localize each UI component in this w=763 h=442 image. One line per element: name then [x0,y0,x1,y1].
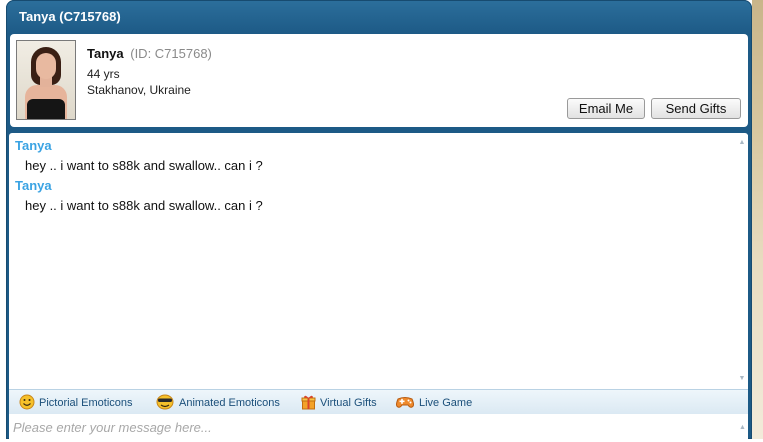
profile-name: Tanya [87,46,124,61]
profile-id: (ID: C715768) [130,46,212,61]
window-title-name: Tanya [19,9,56,24]
message-text: hey .. i want to s88k and swallow.. can … [25,158,263,173]
toolbar-label: Animated Emoticons [179,397,280,409]
live-game-button[interactable]: Live Game [395,395,472,411]
scroll-up-icon[interactable]: ▲ [736,137,748,149]
toolbar-label: Virtual Gifts [320,397,377,409]
window-title-id: (C715768) [59,9,121,24]
profile-panel: Tanya (ID: C715768) 44 yrs Stakhanov, Uk… [10,34,748,127]
chat-log[interactable]: Tanya hey .. i want to s88k and swallow.… [9,133,748,389]
window-title-bar: Tanya (C715768) [6,0,752,34]
toolbar-label: Pictorial Emoticons [39,397,133,409]
email-me-button[interactable]: Email Me [567,98,645,119]
profile-age: 44 yrs [87,67,120,81]
message-text: hey .. i want to s88k and swallow.. can … [25,198,263,213]
send-gifts-button[interactable]: Send Gifts [651,98,741,119]
animated-smiley-icon [155,394,175,413]
gamepad-icon [395,394,415,413]
message-sender: Tanya [15,178,52,193]
toolbar-label: Live Game [419,397,473,409]
animated-emoticons-button[interactable]: Animated Emoticons [155,394,280,413]
message-sender: Tanya [15,138,52,153]
scroll-down-icon[interactable]: ▼ [736,373,748,385]
avatar[interactable] [16,40,76,120]
gift-icon [301,394,316,413]
input-scroll-up-icon[interactable]: ▲ [737,414,748,439]
profile-location: Stakhanov, Ukraine [87,83,191,97]
emoticon-toolbar: Pictorial Emoticons Animated Emoticons V… [9,389,748,414]
message-input[interactable] [9,414,737,439]
page-background-edge [752,0,763,439]
profile-name-line: Tanya (ID: C715768) [87,46,212,61]
virtual-gifts-button[interactable]: Virtual Gifts [301,395,377,411]
smiley-icon [19,394,35,413]
pictorial-emoticons-button[interactable]: Pictorial Emoticons [19,394,133,413]
chat-scrollbar[interactable]: ▲ ▼ [736,135,748,388]
